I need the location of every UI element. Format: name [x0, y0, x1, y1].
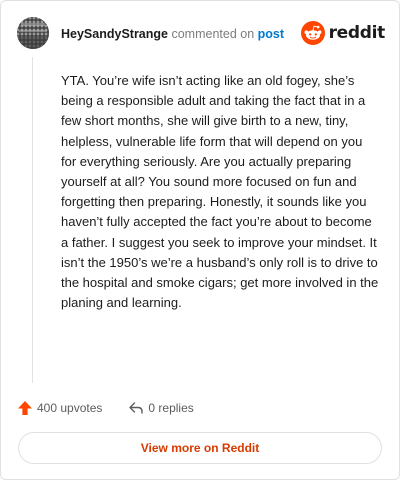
reddit-snoo-icon: [300, 21, 325, 45]
view-more-button[interactable]: View more on Reddit: [18, 432, 382, 464]
upvote-arrow-icon: [18, 401, 32, 415]
reply-stat[interactable]: 0 replies: [128, 400, 194, 416]
reply-count: 0 replies: [148, 401, 194, 415]
header-byline: HeySandyStrange commented on post: [61, 26, 284, 42]
embedded-comment-card: HeySandyStrange commented on post reddit…: [0, 0, 400, 480]
reddit-wordmark: reddit: [328, 23, 386, 43]
upvote-stat[interactable]: 400 upvotes: [17, 400, 102, 416]
thread-line: [32, 57, 33, 383]
username-link[interactable]: HeySandyStrange: [61, 27, 168, 41]
post-link[interactable]: post: [258, 27, 284, 41]
reply-arrow-icon: [129, 402, 144, 414]
reddit-logo[interactable]: reddit: [300, 20, 386, 46]
comment-footer: 400 upvotes 0 replies: [17, 397, 385, 419]
upvote-count: 400 upvotes: [37, 401, 103, 415]
comment-body: YTA. You’re wife isn’t acting like an ol…: [61, 73, 379, 311]
avatar-image: [17, 17, 49, 49]
comment-header: HeySandyStrange commented on post reddit: [17, 17, 385, 49]
action-text: commented on: [171, 27, 255, 41]
avatar[interactable]: [17, 17, 49, 49]
